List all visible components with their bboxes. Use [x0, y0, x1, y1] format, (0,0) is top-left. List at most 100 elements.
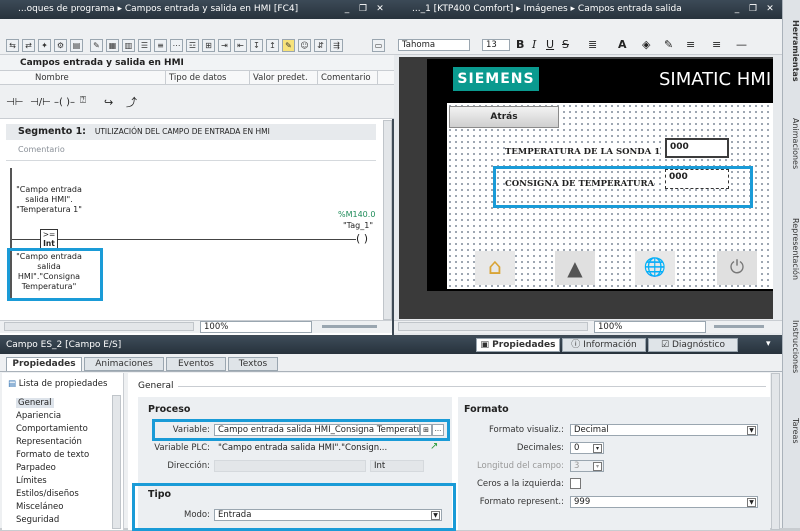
inspector-collapse-icon[interactable]: ▾	[766, 339, 771, 349]
plc-goto-icon[interactable]: ↗	[430, 441, 438, 452]
font-select[interactable]: Tahoma	[398, 39, 470, 51]
right-zoom-select[interactable]: 100%	[594, 321, 706, 333]
atras-button[interactable]: Atrás	[449, 106, 559, 128]
side-tab-tareas[interactable]: Tareas	[786, 418, 800, 478]
column-valor[interactable]: Valor predet.	[250, 71, 318, 85]
property-list-link[interactable]: ▤ Lista de propiedades	[8, 379, 107, 389]
nc-contact-icon[interactable]: ⊣/⊢	[30, 97, 51, 108]
toolbar-icon-7[interactable]: ▦	[106, 39, 119, 52]
toolbar-icon-13[interactable]: ⊞	[202, 39, 215, 52]
compare-box[interactable]: >= Int	[40, 229, 58, 249]
restore-icon[interactable]: ❐	[358, 4, 368, 14]
nav-miscelaneo[interactable]: Misceláneo	[16, 502, 63, 512]
toolbar-icon-16[interactable]: ↧	[250, 39, 263, 52]
up-arrow-icon[interactable]: ▲	[555, 251, 595, 285]
tab-diagnostico[interactable]: ☑ Diagnóstico	[648, 338, 738, 352]
left-horizontal-scrollbar[interactable]	[4, 322, 194, 331]
power-icon[interactable]: ⏻	[717, 251, 757, 285]
column-comentario[interactable]: Comentario	[318, 71, 378, 85]
io-field-temperatura[interactable]: 000	[665, 138, 729, 158]
left-zoom-slider[interactable]	[322, 325, 377, 328]
line-color-icon[interactable]: ✎	[664, 38, 673, 51]
toolbar-icon-5[interactable]: ▤	[70, 39, 83, 52]
side-tab-instrucciones[interactable]: Instrucciones	[786, 320, 800, 410]
tab-propiedades[interactable]: Propiedades	[6, 357, 82, 371]
toolbar-icon-18[interactable]: ✎	[282, 39, 295, 52]
line-style-icon[interactable]: ≡	[686, 38, 695, 51]
toolbar-icon-20[interactable]: ⇵	[314, 39, 327, 52]
right-zoom-slider[interactable]	[714, 325, 764, 328]
toolbar-icon-22[interactable]: ▭	[372, 39, 385, 52]
minimize-icon[interactable]: _	[342, 4, 352, 14]
stepper-icon[interactable]: ▾	[593, 444, 602, 453]
repr-select[interactable]: 999 ▼	[570, 496, 758, 508]
visual-select[interactable]: Decimal ▼	[570, 424, 758, 436]
text-color-icon[interactable]: A	[618, 38, 627, 51]
align-left-icon[interactable]: ≣	[588, 38, 597, 51]
toolbar-icon-17[interactable]: ↥	[266, 39, 279, 52]
branch-open-icon[interactable]: ↪	[104, 96, 113, 109]
nav-comportamiento[interactable]: Comportamiento	[16, 424, 88, 434]
toolbar-icon-3[interactable]: ✦	[38, 39, 51, 52]
right-horizontal-scrollbar[interactable]	[398, 322, 588, 331]
toolbar-icon-9[interactable]: ☰	[138, 39, 151, 52]
nav-apariencia[interactable]: Apariencia	[16, 411, 61, 421]
toolbar-icon-4[interactable]: ⚙	[54, 39, 67, 52]
toolbar-icon-15[interactable]: ⇤	[234, 39, 247, 52]
close-icon[interactable]: ✕	[765, 4, 775, 14]
toolbar-icon-1[interactable]: ⇆	[6, 39, 19, 52]
strike-icon[interactable]: S	[562, 38, 569, 51]
minimize-icon[interactable]: _	[732, 4, 742, 14]
font-size-select[interactable]: 13	[482, 39, 510, 51]
branch-close-icon[interactable]: ⤴	[126, 94, 137, 110]
toolbar-icon-2[interactable]: ⇄	[22, 39, 35, 52]
toolbar-icon-21[interactable]: ⇶	[330, 39, 343, 52]
tab-eventos[interactable]: Eventos	[166, 357, 226, 371]
tab-animaciones[interactable]: Animaciones	[84, 357, 164, 371]
language-icon[interactable]: 🌐	[635, 251, 675, 285]
output-coil[interactable]: ( )	[356, 232, 369, 245]
side-tab-animaciones[interactable]: Animaciones	[786, 118, 800, 208]
nav-representacion[interactable]: Representación	[16, 437, 82, 447]
column-tipo[interactable]: Tipo de datos	[166, 71, 250, 85]
chevron-down-icon[interactable]: ▼	[747, 426, 756, 435]
column-nombre[interactable]: Nombre	[32, 71, 166, 85]
left-zoom-select[interactable]: 100%	[200, 321, 312, 333]
nav-parpadeo[interactable]: Parpadeo	[16, 463, 56, 473]
side-tab-representacion[interactable]: Representación	[786, 218, 800, 318]
decimales-stepper[interactable]: 0 ▾	[570, 442, 604, 454]
toolbar-icon-19[interactable]: ☺	[298, 39, 311, 52]
line-width-icon[interactable]: ≡	[712, 38, 721, 51]
tab-textos[interactable]: Textos	[228, 357, 278, 371]
no-contact-icon[interactable]: ⊣⊢	[6, 97, 23, 108]
close-icon[interactable]: ✕	[375, 4, 385, 14]
inspector-scrollbar[interactable]	[771, 373, 780, 530]
tab-propiedades-main[interactable]: ▣ Propiedades	[476, 338, 560, 352]
italic-icon[interactable]: I	[532, 38, 536, 51]
fill-color-icon[interactable]: ◈	[642, 38, 650, 51]
left-vertical-scrollbar[interactable]	[383, 120, 392, 320]
restore-icon[interactable]: ❐	[748, 4, 758, 14]
toolbar-icon-6[interactable]: ✎	[90, 39, 103, 52]
nav-limites[interactable]: Límites	[16, 476, 47, 486]
side-tab-herramientas[interactable]: Herramientas	[786, 20, 800, 110]
bold-icon[interactable]: B	[516, 38, 524, 51]
toolbar-icon-10[interactable]: ≡	[154, 39, 167, 52]
nav-scrollbar[interactable]	[112, 395, 121, 529]
toolbar-icon-11[interactable]: ⋯	[170, 39, 183, 52]
toolbar-icon-8[interactable]: ▥	[122, 39, 135, 52]
toolbar-icon-12[interactable]: ☲	[186, 39, 199, 52]
underline-icon[interactable]: U	[546, 38, 554, 51]
toolbar-icon-14[interactable]: ⇥	[218, 39, 231, 52]
nav-general[interactable]: General	[16, 398, 54, 408]
line-end-icon[interactable]: —	[736, 38, 747, 51]
ceros-checkbox[interactable]	[570, 478, 581, 489]
nav-formato-texto[interactable]: Formato de texto	[16, 450, 89, 460]
coil-icon[interactable]: –( )–	[54, 97, 75, 108]
home-icon[interactable]: ⌂	[475, 251, 515, 285]
nav-seguridad[interactable]: Seguridad	[16, 515, 59, 525]
box-icon[interactable]: ⍰	[80, 95, 86, 106]
tab-informacion[interactable]: ⓘ Información	[562, 338, 646, 352]
segment-comment[interactable]: Comentario	[18, 145, 65, 154]
nav-estilos[interactable]: Estilos/diseños	[16, 489, 79, 499]
